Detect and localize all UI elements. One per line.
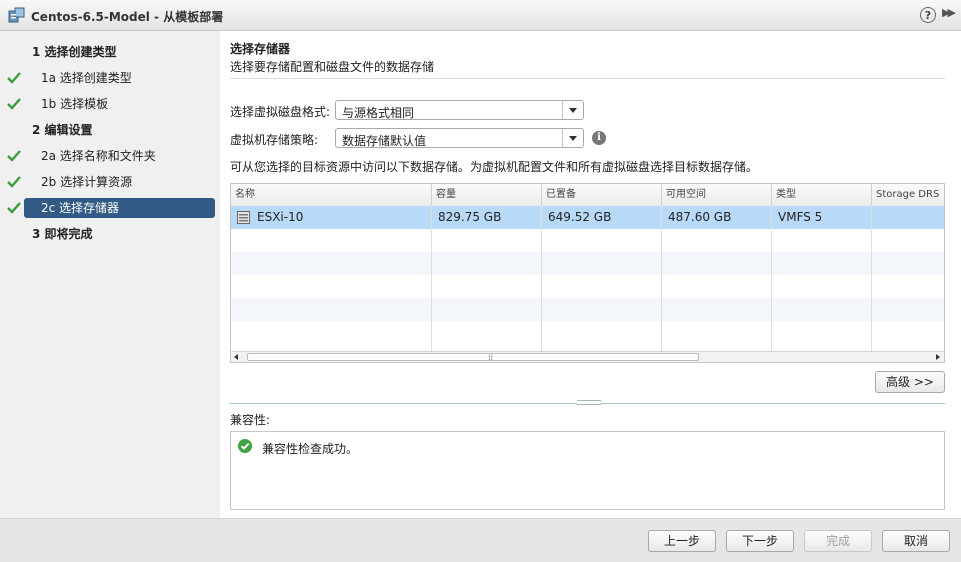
nav-step-0[interactable]: 1 选择创建类型 <box>0 41 220 63</box>
compatibility-panel: 兼容性检查成功。 <box>230 431 945 510</box>
cell-capacity: 829.75 GB <box>432 206 542 229</box>
splitter-grip[interactable] <box>577 400 601 405</box>
compatibility-message: 兼容性检查成功。 <box>262 442 359 456</box>
help-icon[interactable]: ? <box>920 7 936 23</box>
column-header-type[interactable]: 类型 <box>772 184 872 206</box>
datastore-name: ESXi-10 <box>257 210 304 224</box>
finish-button[interactable]: 完成 <box>804 530 872 552</box>
chevron-down-icon[interactable] <box>562 129 583 147</box>
nav-step-3[interactable]: 2 编辑设置 <box>0 119 220 141</box>
column-header-storage-drs[interactable]: Storage DRS <box>872 184 944 206</box>
nav-step-7[interactable]: 3 即将完成 <box>0 223 220 245</box>
nav-step-5[interactable]: 2b 选择计算资源 <box>0 171 220 193</box>
nav-step-label: 2 编辑设置 <box>32 123 93 137</box>
nav-step-label: 1 选择创建类型 <box>32 45 117 59</box>
nav-step-1[interactable]: 1a 选择创建类型 <box>0 67 220 89</box>
wizard-steps: 1 选择创建类型 1a 选择创建类型 1b 选择模板 2 编辑设置 2a 选择名称和文件… <box>0 31 220 518</box>
storage-policy-label: 虚拟机存储策略: <box>230 133 319 147</box>
column-header-name[interactable]: 名称 <box>231 184 432 206</box>
empty-row <box>231 298 944 321</box>
column-header-provisioned[interactable]: 已置备 <box>542 184 662 206</box>
checkmark-icon <box>7 202 21 214</box>
nav-step-label: 2a 选择名称和文件夹 <box>41 149 156 163</box>
nav-step-label: 3 即将完成 <box>32 227 93 241</box>
nav-step-label: 1b 选择模板 <box>41 97 109 111</box>
storage-policy-select[interactable]: 数据存储默认值 <box>335 128 584 148</box>
cell-type: VMFS 5 <box>772 206 872 229</box>
vm-template-icon <box>8 7 25 23</box>
window-title: Centos-6.5-Model - 从模板部署 <box>31 10 224 24</box>
next-button[interactable]: 下一步 <box>726 530 794 552</box>
storage-policy-value: 数据存储默认值 <box>342 134 427 148</box>
empty-row <box>231 321 944 351</box>
column-header-capacity[interactable]: 容量 <box>432 184 542 206</box>
scroll-right-icon[interactable] <box>936 354 940 360</box>
datastore-table: 名称 容量 已置备 可用空间 类型 Storage DRS ESXi-10 82… <box>230 183 945 363</box>
table-body: ESXi-10 829.75 GB 649.52 GB 487.60 GB VM… <box>231 206 944 351</box>
page-title: 选择存储器 <box>230 42 291 56</box>
nav-step-4[interactable]: 2a 选择名称和文件夹 <box>0 145 220 167</box>
scrollbar-thumb[interactable]: ⁞⁞ <box>247 353 699 362</box>
table-header: 名称 容量 已置备 可用空间 类型 Storage DRS <box>231 184 944 207</box>
advanced-button[interactable]: 高级 >> <box>875 371 945 393</box>
cell-free: 487.60 GB <box>662 206 772 229</box>
disk-format-label: 选择虚拟磁盘格式: <box>230 105 331 119</box>
check-circle-icon <box>238 439 252 453</box>
checkmark-icon <box>7 72 21 84</box>
cell-provisioned: 649.52 GB <box>542 206 662 229</box>
checkmark-icon <box>7 150 21 162</box>
checkmark-icon <box>7 98 21 110</box>
expand-icon[interactable]: ▶▶ <box>942 6 956 19</box>
nav-step-label: 1a 选择创建类型 <box>41 71 132 85</box>
table-row[interactable]: ESXi-10 829.75 GB 649.52 GB 487.60 GB VM… <box>231 206 944 229</box>
disk-format-select[interactable]: 与源格式相同 <box>335 100 584 120</box>
page-subtitle: 选择要存储配置和磁盘文件的数据存储 <box>230 60 435 74</box>
cancel-button[interactable]: 取消 <box>882 530 950 552</box>
column-header-free[interactable]: 可用空间 <box>662 184 772 206</box>
nav-step-label: 2b 选择计算资源 <box>41 175 133 189</box>
title-bar: Centos-6.5-Model - 从模板部署 ? ▶▶ <box>0 0 961 31</box>
nav-step-6[interactable]: 2c 选择存储器 <box>0 197 220 219</box>
datastore-description: 可从您选择的目标资源中访问以下数据存储。为虚拟机配置文件和所有虚拟磁盘选择目标数… <box>230 160 759 174</box>
wizard-footer: 上一步 下一步 完成 取消 <box>0 518 961 562</box>
back-button[interactable]: 上一步 <box>648 530 716 552</box>
horizontal-scrollbar[interactable]: ⁞⁞ <box>231 351 944 362</box>
info-icon[interactable]: i <box>592 131 606 145</box>
checkmark-icon <box>7 176 21 188</box>
divider <box>230 78 945 79</box>
nav-step-2[interactable]: 1b 选择模板 <box>0 93 220 115</box>
disk-format-value: 与源格式相同 <box>342 106 415 120</box>
empty-row <box>231 275 944 298</box>
scroll-left-icon[interactable] <box>234 354 238 360</box>
chevron-down-icon[interactable] <box>562 101 583 119</box>
datastore-icon <box>237 211 250 224</box>
main-panel: 选择存储器 选择要存储配置和磁盘文件的数据存储 选择虚拟磁盘格式: 与源格式相同… <box>220 31 961 518</box>
empty-row <box>231 252 944 275</box>
cell-name: ESXi-10 <box>231 206 432 229</box>
empty-row <box>231 229 944 252</box>
nav-step-label: 2c 选择存储器 <box>41 201 120 215</box>
compatibility-label: 兼容性: <box>230 413 271 427</box>
cell-storage-drs <box>872 206 944 229</box>
